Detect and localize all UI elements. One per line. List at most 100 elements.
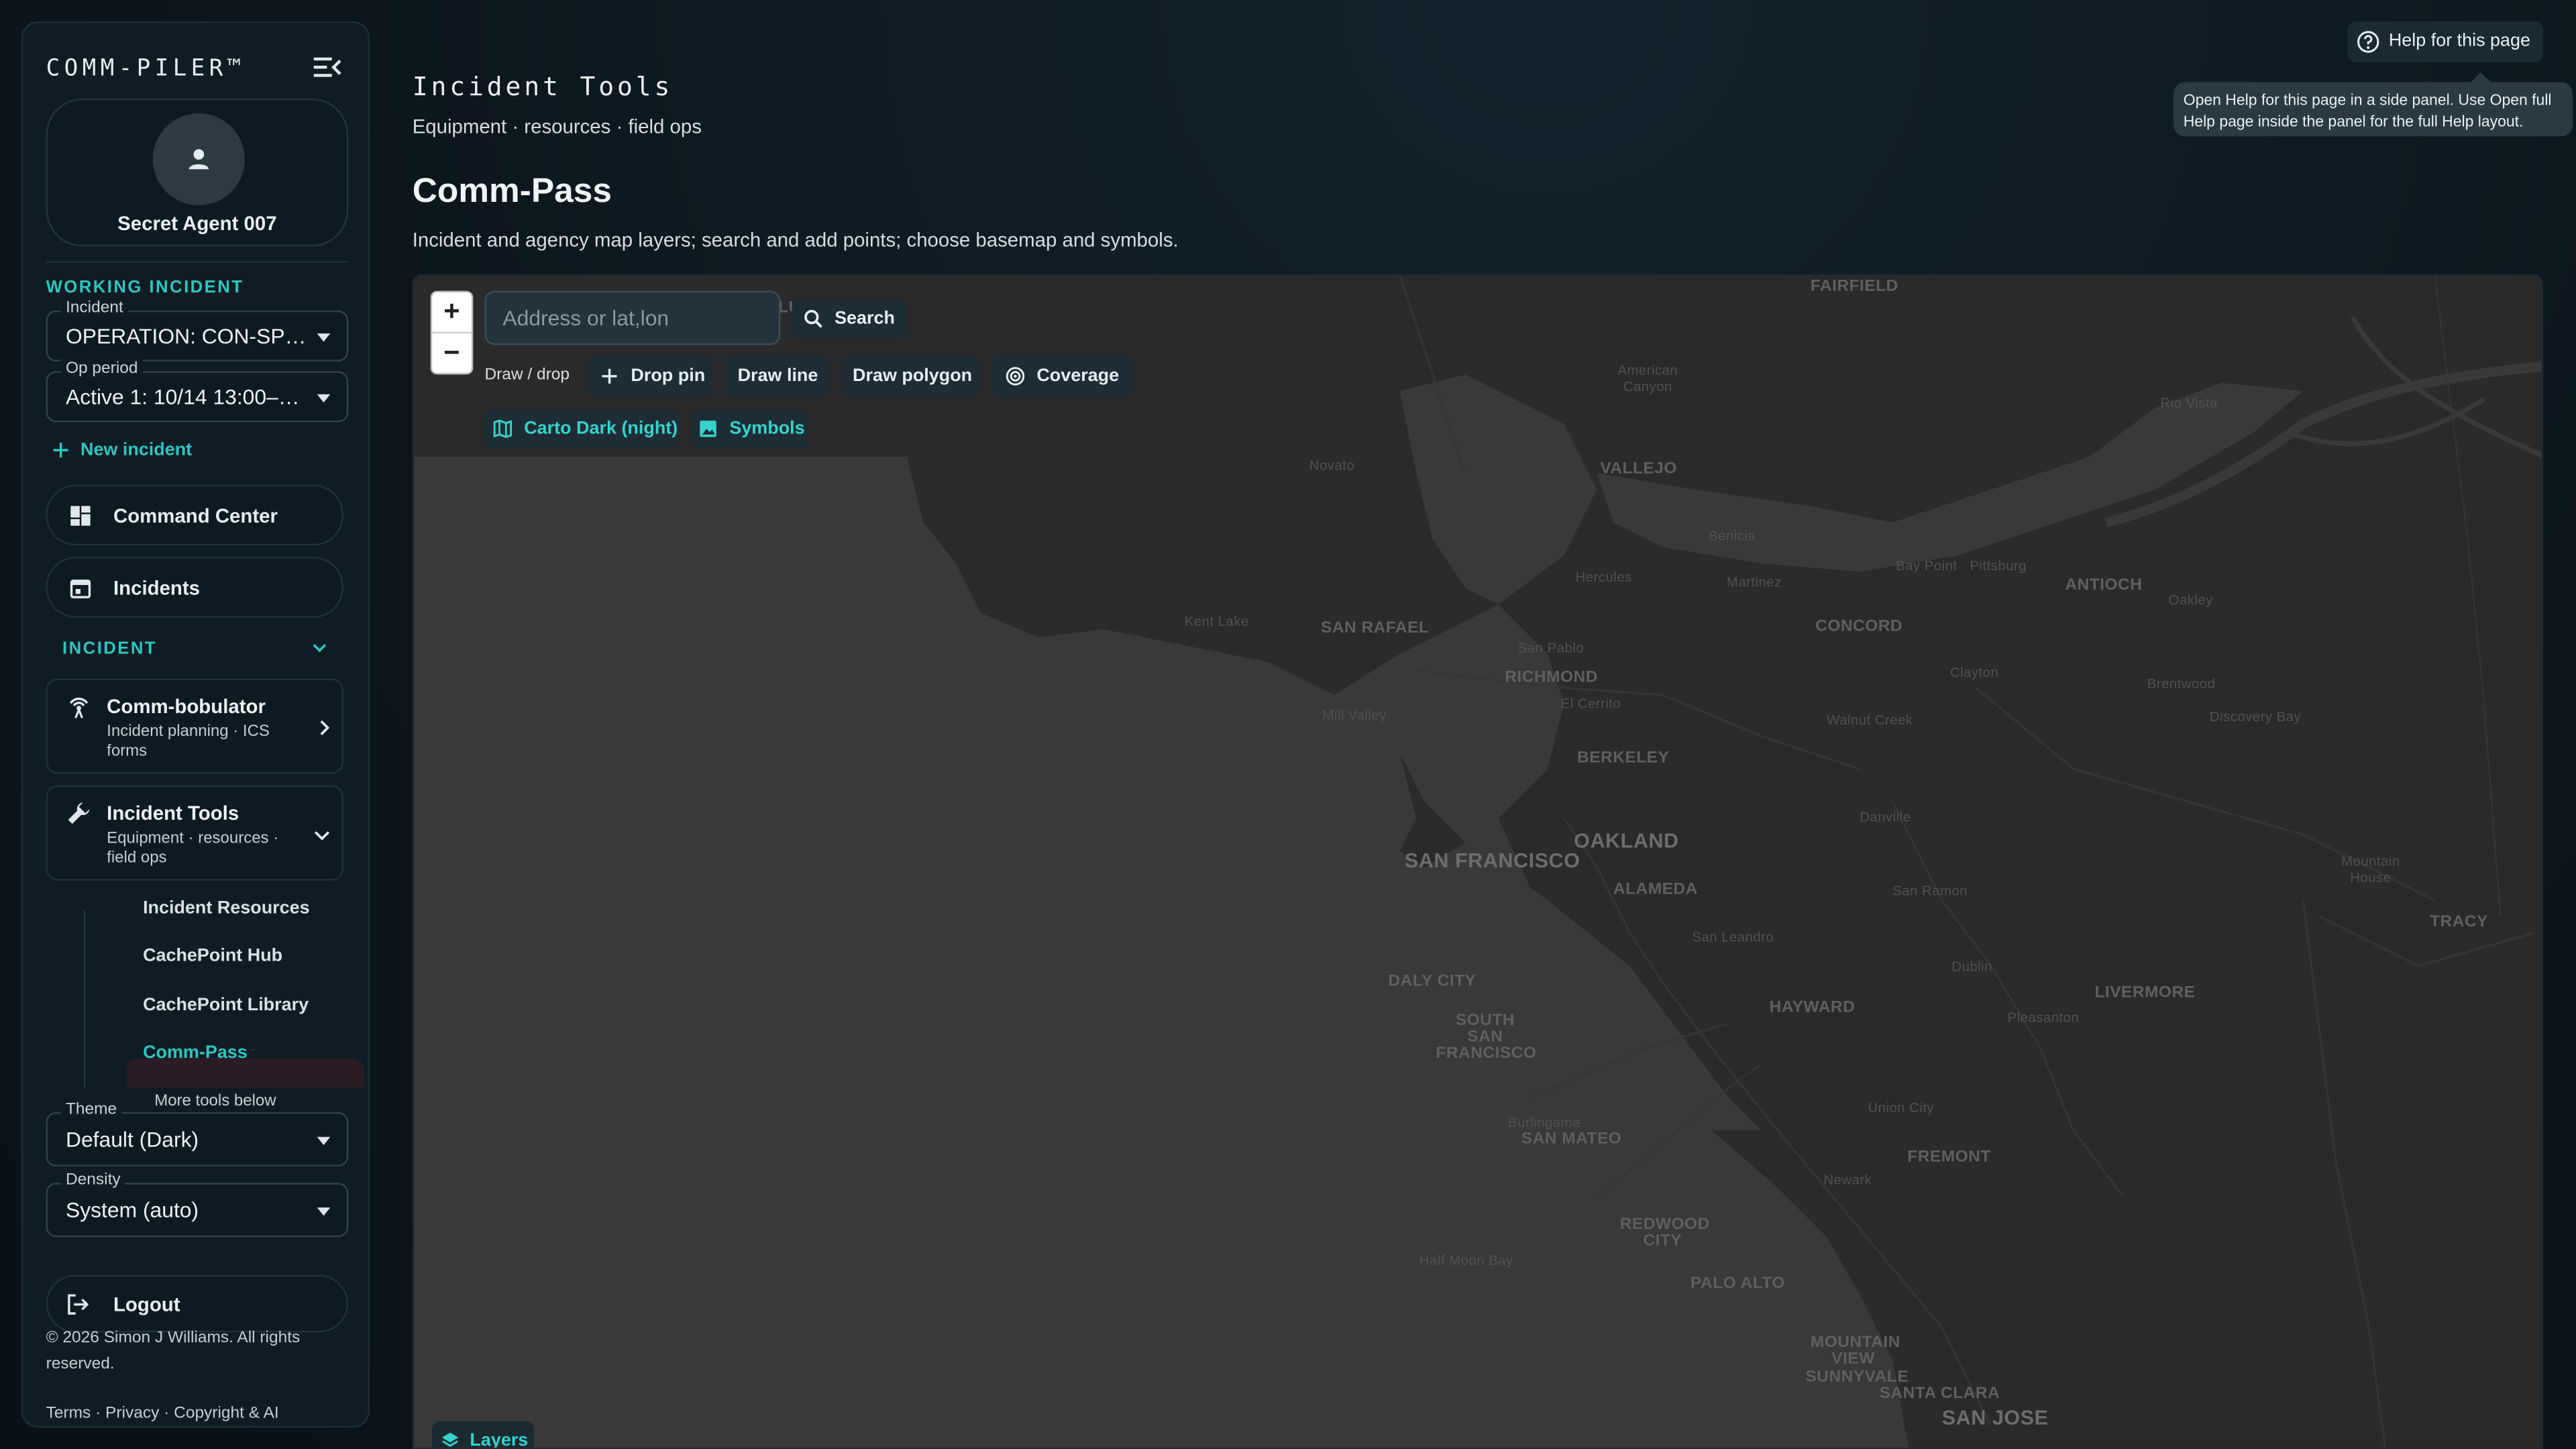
map-place-label: San Ramon [1892, 882, 1968, 899]
incident-section-label: INCIDENT [62, 639, 158, 659]
draw-polygon-button[interactable]: Draw polygon [841, 356, 981, 396]
logout-button[interactable]: Logout [46, 1275, 349, 1333]
search-button-label: Search [835, 309, 895, 329]
map-place-label: Pleasanton [2007, 1008, 2080, 1026]
map-place-label: REDWOOD CITY [1619, 1216, 1710, 1250]
map-place-label: PALO ALTO [1690, 1275, 1785, 1293]
density-select-label: Density [60, 1171, 126, 1190]
map-place-label: Novato [1309, 456, 1355, 474]
basemap-label: Carto Dark (night) [524, 419, 678, 439]
map-place-label: SAN MATEO [1521, 1130, 1622, 1148]
person-icon [189, 149, 209, 170]
group-comm-bobulator-title: Comm-bobulator [107, 694, 266, 718]
search-button[interactable]: Search [792, 299, 907, 339]
map-place-label: Pittsburg [1970, 557, 2027, 574]
map-place-label: Rio Vista [2160, 394, 2218, 411]
legal-links: Terms · Privacy · Copyright & AI [46, 1405, 279, 1423]
legal-separator: · [159, 1404, 174, 1423]
help-button-label: Help for this page [2388, 31, 2530, 51]
chevron-down-icon [314, 831, 330, 841]
map-icon [493, 419, 513, 438]
map-place-label: BERKELEY [1577, 749, 1670, 767]
new-incident-button[interactable]: New incident [52, 440, 192, 460]
group-comm-bobulator[interactable]: Comm-bobulator Incident planning · ICS f… [46, 678, 343, 774]
page-description: Incident and agency map layers; search a… [412, 228, 1179, 252]
theme-select-label: Theme [60, 1100, 122, 1119]
map-place-label: American Canyon [1617, 361, 1678, 394]
avatar[interactable] [152, 113, 245, 206]
map-place-label: ALAMEDA [1613, 880, 1698, 899]
help-button[interactable]: Help for this page [2347, 21, 2544, 63]
layers-icon [441, 1432, 459, 1447]
map-place-label: HAYWARD [1769, 998, 1856, 1017]
sidebar: COMM-PILER™ Secret Agent 007 WORKING INC… [21, 21, 370, 1428]
brand-logo: COMM-PILER™ [46, 56, 246, 83]
symbols-label: Symbols [729, 419, 805, 439]
caret-down-icon [317, 394, 331, 403]
group-incident-tools[interactable]: Incident Tools Equipment · resources · f… [46, 785, 343, 881]
coverage-button[interactable]: Coverage [992, 356, 1134, 396]
map-place-label: Discovery Bay [2209, 708, 2302, 725]
map-place-label: Clayton [1949, 663, 1999, 680]
theme-select-value: Default (Dark) [65, 1127, 199, 1152]
map-place-label: RICHMOND [1505, 668, 1598, 687]
zoom-out-button[interactable]: − [432, 333, 472, 373]
theme-select[interactable]: Theme Default (Dark) [46, 1100, 349, 1167]
address-search-input[interactable] [484, 290, 781, 345]
image-icon [700, 420, 716, 437]
group-incident-tools-subtitle: Equipment · resources · field ops [107, 829, 279, 868]
more-tools-hint: More tools below [154, 1092, 276, 1111]
caret-down-icon [317, 333, 331, 342]
terms-link[interactable]: Terms [46, 1405, 91, 1423]
incident-select-value: OPERATION: CON-SPIRACY [65, 323, 309, 349]
page-eyebrow: Incident Tools [412, 72, 674, 102]
copyright-ai-link[interactable]: Copyright & AI [174, 1405, 279, 1423]
page-eyebrow-subtitle: Equipment · resources · field ops [412, 115, 702, 138]
basemap-button[interactable]: Carto Dark (night) [484, 409, 679, 449]
draw-polygon-label: Draw polygon [853, 366, 973, 386]
density-select[interactable]: Density System (auto) [46, 1171, 349, 1238]
op-period-select[interactable]: Op period Active 1: 10/14 13:00–19:00 [46, 360, 349, 423]
map-place-label: TRACY [2430, 913, 2488, 932]
map-place-label: SOUTH SAN FRANCISCO [1436, 1012, 1537, 1063]
privacy-link[interactable]: Privacy [105, 1405, 159, 1423]
map-place-label: Martinez [1726, 573, 1782, 590]
map-place-label: Brentwood [2147, 675, 2216, 692]
map-place-label: SANTA CLARA [1879, 1385, 2000, 1403]
drop-pin-label: Drop pin [631, 366, 706, 386]
layers-button[interactable]: Layers [432, 1421, 534, 1449]
chevron-down-icon[interactable] [312, 643, 327, 654]
map-place-label: Kent Lake [1184, 612, 1249, 629]
coverage-target-icon [1006, 367, 1025, 386]
map-canvas[interactable]: PETALUMA FAIRFIELD American Canyon Rio Vist… [412, 274, 2544, 1449]
symbols-button[interactable]: Symbols [692, 409, 808, 449]
map-place-label: SAN RAFAEL [1320, 619, 1430, 638]
nav-incidents[interactable]: Incidents [46, 557, 343, 618]
map-place-label: Mill Valley [1322, 706, 1387, 723]
map-place-label: CONCORD [1815, 617, 1903, 636]
map-place-label: San Pablo [1517, 639, 1585, 656]
incident-select[interactable]: Incident OPERATION: CON-SPIRACY [46, 299, 349, 362]
map-place-label: SAN FRANCISCO [1404, 849, 1580, 873]
drop-pin-button[interactable]: Drop pin [586, 356, 713, 396]
zoom-in-button[interactable]: + [432, 292, 472, 332]
map-place-label: Half Moon Bay [1419, 1252, 1513, 1269]
wrench-icon [68, 802, 90, 824]
map-place-label: Newark [1823, 1171, 1872, 1188]
layers-label: Layers [470, 1431, 529, 1449]
nav-command-center[interactable]: Command Center [46, 484, 343, 546]
draw-line-button[interactable]: Draw line [726, 356, 828, 396]
map-place-label: SAN JOSE [1941, 1406, 2049, 1430]
map-place-label: ANTIOCH [2065, 576, 2143, 595]
subnav-comm-pass[interactable]: Comm-Pass [143, 1043, 248, 1063]
submenu-rail [83, 910, 86, 1088]
map-place-label: Burlingame [1508, 1114, 1580, 1130]
map-place-label: El Cerrito [1560, 694, 1621, 712]
subnav-incident-resources[interactable]: Incident Resources [143, 899, 310, 918]
op-period-select-value: Active 1: 10/14 13:00–19:00 [65, 384, 309, 409]
subnav-cachepoint-library[interactable]: CachePoint Library [143, 996, 309, 1015]
subnav-cachepoint-hub[interactable]: CachePoint Hub [143, 947, 282, 966]
dashboard-icon [70, 506, 91, 526]
map-place-label: MOUNTAIN VIEW [1810, 1334, 1900, 1369]
collapse-menu-icon[interactable] [312, 54, 341, 80]
